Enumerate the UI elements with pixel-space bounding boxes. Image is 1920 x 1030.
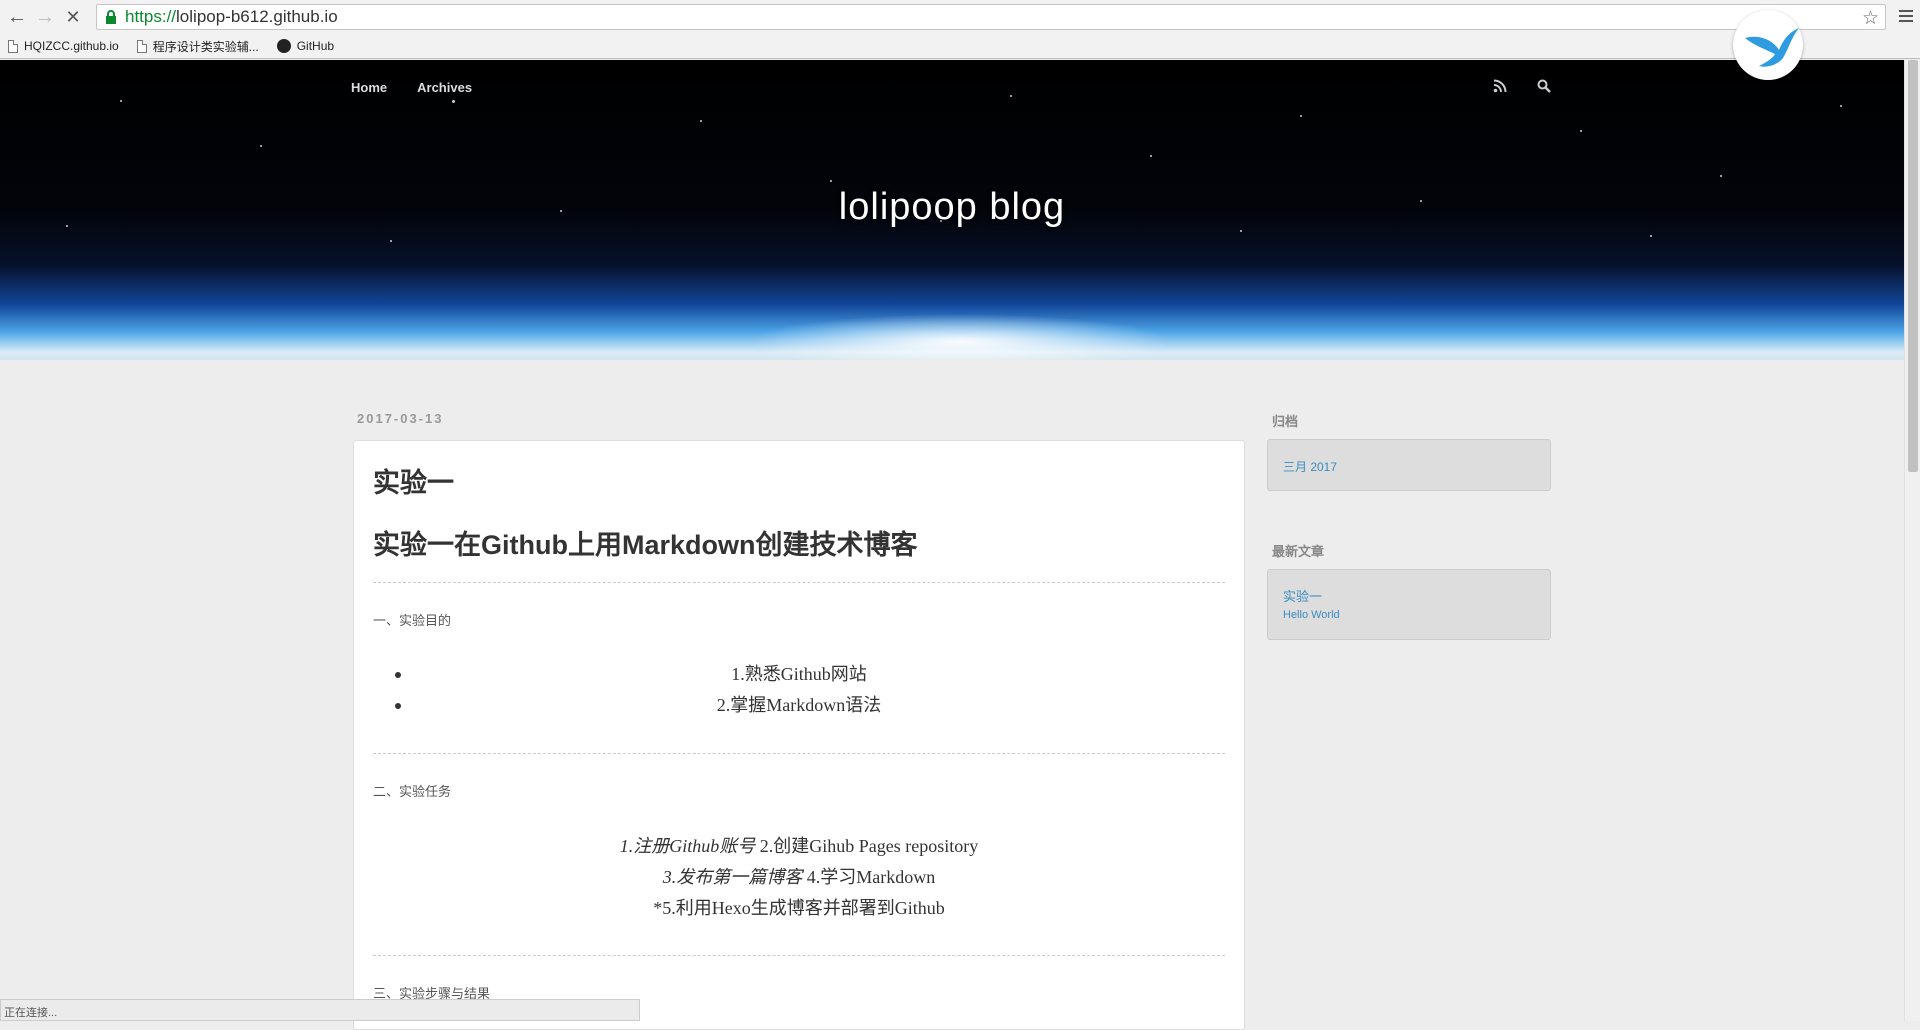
section-heading: 二、实验任务 [373, 784, 452, 799]
bookmark-item[interactable]: HQIZCC.github.io [8, 39, 119, 53]
bird-icon [1745, 28, 1799, 67]
recent-posts-widget: 实验一 Hello World [1267, 569, 1551, 640]
post-date[interactable]: 2017-03-13 [357, 411, 444, 426]
page-scrollbar[interactable] [1904, 60, 1920, 1021]
forward-button[interactable]: → [31, 3, 59, 31]
rss-icon[interactable] [1493, 79, 1507, 93]
post-title[interactable]: 实验一 [373, 461, 454, 500]
page-icon [136, 39, 147, 53]
archive-widget: 三月 2017 [1267, 439, 1551, 491]
list-item: 1.熟悉Github网站 [373, 659, 1225, 690]
browser-toolbar: ← → ✕ https://lolipop-b612.github.io ☆ [0, 0, 1920, 34]
bookmark-label: 程序设计类实验辅... [152, 39, 259, 54]
task-line: *5.利用Hexo生成博客并部署到Github [653, 898, 945, 918]
divider [373, 753, 1225, 754]
section-heading: 一、实验目的 [373, 613, 452, 628]
bookmark-label: HQIZCC.github.io [24, 39, 119, 53]
bookmark-star-icon[interactable]: ☆ [1862, 7, 1879, 30]
status-bar: 正在连接... [0, 999, 640, 1021]
header-actions [1493, 79, 1551, 93]
url-host: lolipop-b612.github.io [176, 7, 338, 26]
back-button[interactable]: ← [3, 3, 31, 31]
bookmarks-bar: HQIZCC.github.io 程序设计类实验辅... GitHub [0, 34, 1920, 59]
blog-title[interactable]: lolipoop blog [0, 186, 1904, 229]
recent-widget-title: 最新文章 [1272, 544, 1325, 559]
browser-menu-icon[interactable] [1896, 6, 1916, 26]
bookmark-item[interactable]: 程序设计类实验辅... [136, 38, 259, 55]
divider [373, 955, 1225, 956]
stop-loading-button[interactable]: ✕ [59, 3, 87, 31]
list-item: 2.掌握Markdown语法 [373, 690, 1225, 721]
task-line: 3.发布第一篇博客 4.学习Markdown [662, 867, 936, 887]
goals-list: 1.熟悉Github网站 2.掌握Markdown语法 [373, 659, 1225, 721]
scroll-thumb[interactable] [1908, 60, 1918, 472]
task-line: 1.注册Github账号 2.创建Gihub Pages repository [619, 836, 979, 856]
post-heading: 实验一在Github上用Markdown创建技术博客 [373, 530, 918, 560]
recent-post-link[interactable]: Hello World [1283, 609, 1535, 621]
github-icon [276, 39, 291, 53]
page-icon [8, 39, 18, 53]
archive-widget-title: 归档 [1272, 414, 1299, 429]
search-icon[interactable] [1537, 79, 1551, 93]
tasks-text: 1.注册Github账号 2.创建Gihub Pages repository … [373, 831, 1225, 924]
bird-extension-icon[interactable] [1733, 10, 1803, 80]
bookmark-item[interactable]: GitHub [276, 39, 335, 53]
divider [373, 582, 1225, 583]
nav-home-link[interactable]: Home [351, 80, 387, 95]
site-header: Home Archives lolipoop blog [0, 60, 1904, 360]
bookmark-label: GitHub [296, 39, 335, 53]
lock-icon [106, 10, 116, 24]
site-nav: Home Archives [351, 80, 472, 95]
url-protocol: https:// [125, 7, 177, 26]
recent-post-link[interactable]: 实验一 [1283, 586, 1535, 605]
archive-link[interactable]: 三月 2017 [1283, 458, 1535, 475]
post-card: 实验一 实验一在Github上用Markdown创建技术博客 一、实验目的 1.… [353, 440, 1245, 1030]
address-bar[interactable]: https://lolipop-b612.github.io ☆ [96, 4, 1886, 30]
nav-archives-link[interactable]: Archives [417, 80, 472, 95]
